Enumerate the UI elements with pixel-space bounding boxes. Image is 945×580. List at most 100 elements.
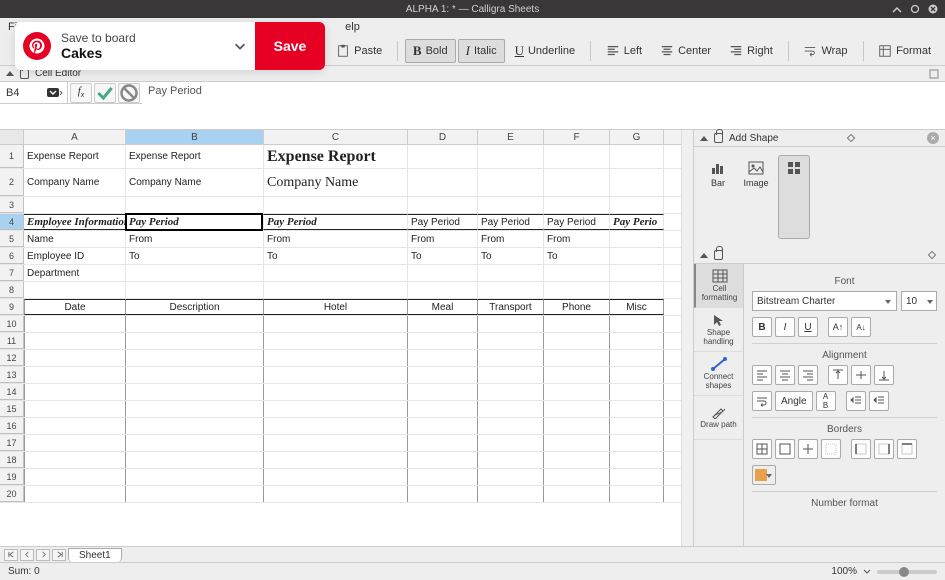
cell[interactable] [24,316,126,332]
cell[interactable] [478,169,544,196]
cell[interactable]: Pay Period [544,214,610,230]
row-header[interactable]: 3 [0,197,24,213]
row-header[interactable]: 19 [0,469,24,485]
cell[interactable] [126,452,264,468]
col-header-a[interactable]: A [24,130,126,144]
col-header-f[interactable]: F [544,130,610,144]
cell[interactable]: Phone [544,299,610,315]
side-cell-formatting[interactable]: Cell formatting [694,264,743,308]
vertical-scrollbar[interactable] [681,130,693,546]
chevron-down-icon[interactable] [225,39,255,53]
sheet-tab[interactable]: Sheet1 [68,548,122,562]
cell[interactable]: From [264,231,408,247]
cell[interactable]: Name [24,231,126,247]
cell[interactable] [544,367,610,383]
cell[interactable]: Pay Period [408,214,478,230]
border-outer-button[interactable] [775,439,795,459]
halign-right-button[interactable] [798,365,818,385]
cell[interactable]: Pay Period [126,214,264,230]
cell[interactable] [24,367,126,383]
cell[interactable] [408,282,478,298]
cell[interactable] [478,197,544,213]
close-icon[interactable] [929,69,939,79]
cell[interactable]: To [478,248,544,264]
cell[interactable] [544,486,610,502]
indent-decrease-button[interactable] [846,391,866,411]
select-all-corner[interactable] [0,130,24,144]
pinterest-save-button[interactable]: Save [255,22,325,70]
cell[interactable]: Date [24,299,126,315]
shape-grid[interactable] [778,155,810,239]
row-header[interactable]: 17 [0,435,24,451]
indent-increase-button[interactable] [869,391,889,411]
row-header[interactable]: 13 [0,367,24,383]
side-draw-path[interactable]: Draw path [694,396,743,440]
font-size-select[interactable]: 10 [901,291,937,311]
row-header[interactable]: 20 [0,486,24,502]
cell[interactable] [24,333,126,349]
format-button[interactable]: Format [870,39,939,63]
cell[interactable] [610,282,664,298]
cell[interactable] [610,248,664,264]
cell[interactable] [610,316,664,332]
cell[interactable]: Meal [408,299,478,315]
close-icon[interactable] [927,3,939,15]
border-all-button[interactable] [752,439,772,459]
cell[interactable] [478,145,544,168]
cell[interactable] [544,435,610,451]
row-header[interactable]: 4 [0,214,24,230]
border-top-button[interactable] [897,439,917,459]
cell[interactable] [264,469,408,485]
cell[interactable] [610,452,664,468]
function-button[interactable]: fx [70,83,92,103]
cell[interactable] [408,452,478,468]
font-decrease-button[interactable]: A↓ [851,317,871,337]
cell[interactable] [408,350,478,366]
cell[interactable]: To [264,248,408,264]
cell[interactable]: Hotel [264,299,408,315]
row-header[interactable]: 8 [0,282,24,298]
cell[interactable] [24,401,126,417]
row-header[interactable]: 18 [0,452,24,468]
cell[interactable] [408,265,478,281]
close-icon[interactable]: × [927,132,939,144]
cell[interactable] [264,418,408,434]
cell[interactable]: Pay Period [264,214,408,230]
cell[interactable] [544,333,610,349]
cell[interactable] [610,333,664,349]
sheet-nav-prev[interactable] [20,549,34,561]
cell[interactable] [264,486,408,502]
cell[interactable] [126,350,264,366]
row-header[interactable]: 14 [0,384,24,400]
cell[interactable] [478,435,544,451]
cell[interactable]: To [126,248,264,264]
side-shape-handling[interactable]: Shape handling [694,308,743,352]
cell[interactable] [544,401,610,417]
cell[interactable] [24,486,126,502]
cell[interactable] [544,316,610,332]
cell[interactable]: Pay Period [478,214,544,230]
cell[interactable] [610,197,664,213]
col-header-c[interactable]: C [264,130,408,144]
vertical-text-button[interactable]: AB [816,391,836,411]
cell[interactable] [544,452,610,468]
cell[interactable] [126,384,264,400]
border-left-button[interactable] [851,439,871,459]
sheet-nav-next[interactable] [36,549,50,561]
cell[interactable]: From [478,231,544,247]
cell[interactable]: From [126,231,264,247]
cell[interactable] [24,469,126,485]
cell[interactable] [24,197,126,213]
cell[interactable] [610,401,664,417]
align-left-button[interactable]: Left [598,39,650,63]
cell[interactable] [408,197,478,213]
cell[interactable] [478,452,544,468]
cell[interactable] [610,169,664,196]
cell-reference-input[interactable]: B4 [0,82,68,104]
cell[interactable]: Description [126,299,264,315]
valign-bottom-button[interactable] [874,365,894,385]
cell[interactable] [610,265,664,281]
menu-help[interactable]: elp [345,21,360,33]
cell[interactable] [544,197,610,213]
cell[interactable] [264,384,408,400]
